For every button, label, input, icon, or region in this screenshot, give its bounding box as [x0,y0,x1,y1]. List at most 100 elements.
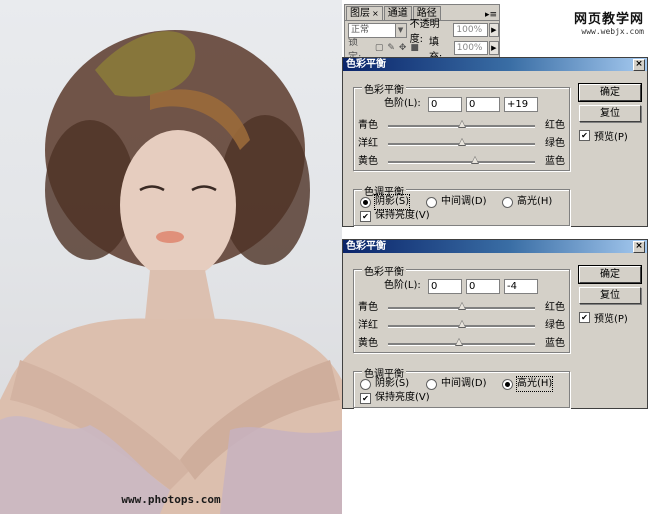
lock-position-icon[interactable]: ✥ [399,43,407,53]
lock-pixels-icon[interactable]: ✎ [387,43,395,53]
radio-circle[interactable] [360,196,371,208]
radio-midtones[interactable]: 中间调(D) [426,195,487,209]
radio-circle[interactable] [502,378,513,390]
group-title: 色彩平衡 [362,81,406,96]
slider-left-label: 黄色 [358,156,378,167]
slider-cyan-red: 青色 红色 [354,119,569,133]
radio-label: 阴影(S) [375,378,410,389]
checkbox-label: 预览(P) [594,132,628,143]
reset-button[interactable]: 复位 [579,105,641,122]
fill-slider-button[interactable]: ▶ [488,41,499,55]
dialog-titlebar[interactable]: 色彩平衡 × [343,58,647,71]
chevron-down-icon: ▼ [394,23,406,37]
radio-circle[interactable] [360,378,371,390]
checkbox-label: 预览(P) [594,314,628,325]
checkbox-box[interactable]: ✔ [579,130,590,141]
levels-label: 色阶(L): [384,98,421,109]
tab-channels[interactable]: 通道 [383,6,412,20]
levels-label: 色阶(L): [384,280,421,291]
level-yellow-blue-input[interactable]: +19 [504,97,538,112]
checkbox-box[interactable]: ✔ [360,210,371,222]
group-title: 色彩平衡 [362,263,406,278]
tone-balance-group: 色调平衡 阴影(S) 中间调(D) 高光(H) ✔ 保持亮度(V) [353,183,570,226]
slider-track[interactable] [388,320,535,328]
tone-radio-row: 阴影(S) 中间调(D) 高光(H) [360,376,565,392]
lock-all-icon[interactable]: ■ [410,43,419,53]
checkbox-label: 保持亮度(V) [375,210,430,221]
radio-label: 中间调(D) [441,378,487,389]
level-magenta-green-input[interactable]: 0 [466,279,500,294]
tone-radio-row: 阴影(S) 中间调(D) 高光(H) [360,194,565,210]
slider-right-label: 红色 [545,120,565,131]
watermark-text: www.photops.com [121,493,221,506]
reset-button[interactable]: 复位 [579,287,641,304]
slider-cyan-red: 青色 红色 [354,301,569,315]
color-balance-group: 色彩平衡 色阶(L): 0 0 -4 青色 红色 洋红 绿色 黄色 蓝色 [353,263,570,353]
slider-thumb[interactable] [454,338,463,346]
slider-thumb[interactable] [471,156,480,164]
slider-yellow-blue: 黄色 蓝色 [354,155,569,169]
radio-highlights[interactable]: 高光(H) [502,195,552,209]
slider-right-label: 蓝色 [545,156,565,167]
level-magenta-green-input[interactable]: 0 [466,97,500,112]
radio-label: 阴影(S) [373,194,411,210]
color-balance-group: 色彩平衡 色阶(L): 0 0 +19 青色 红色 洋红 绿色 黄色 蓝色 [353,81,570,171]
preserve-luminosity-checkbox[interactable]: ✔ 保持亮度(V) [360,209,430,223]
slider-thumb[interactable] [457,120,466,128]
slider-right-label: 绿色 [545,138,565,149]
tab-layers[interactable]: 图层 × [346,6,383,20]
slider-thumb[interactable] [457,138,466,146]
radio-circle[interactable] [426,196,437,208]
color-balance-dialog-highlights: 色彩平衡 × 色彩平衡 色阶(L): 0 0 -4 青色 红色 洋红 绿色 黄色… [342,239,648,409]
level-cyan-red-input[interactable]: 0 [428,279,462,294]
slider-track[interactable] [388,302,535,310]
checkbox-box[interactable]: ✔ [579,312,590,323]
checkbox-box[interactable]: ✔ [360,392,371,404]
slider-magenta-green: 洋红 绿色 [354,137,569,151]
blend-row: 正常 ▼ 不透明度: 100% ▶ [345,19,500,45]
slider-thumb[interactable] [457,302,466,310]
preview-checkbox[interactable]: ✔ 预览(P) [579,310,628,325]
portrait-photo: www.photops.com [0,0,342,514]
dialog-titlebar[interactable]: 色彩平衡 × [343,240,647,253]
opacity-slider-button[interactable]: ▶ [488,23,500,37]
slider-left-label: 洋红 [358,138,378,149]
dialog-title: 色彩平衡 [346,241,386,252]
slider-left-label: 青色 [358,302,378,313]
level-cyan-red-input[interactable]: 0 [428,97,462,112]
opacity-input[interactable]: 100% [453,23,488,37]
fill-input[interactable]: 100% [453,41,488,55]
site-title: 网页教学网 [573,12,644,27]
preserve-row: ✔ 保持亮度(V) [360,391,565,405]
slider-right-label: 红色 [545,302,565,313]
lock-transparency-icon[interactable]: ▢ [375,43,384,53]
layers-panel: 图层× 通道 路径 ▸≡ 正常▼ 不透明度: 100% ▶ 锁定: ▢ ✎ ✥ … [344,4,500,63]
slider-track[interactable] [388,120,535,128]
slider-track[interactable] [388,138,535,146]
radio-shadows[interactable]: 阴影(S) [360,194,411,210]
site-url: www.webjx.com [581,27,644,36]
close-icon[interactable]: × [633,59,645,71]
slider-magenta-green: 洋红 绿色 [354,319,569,333]
levels-row: 色阶(L): 0 0 -4 [354,278,569,294]
radio-shadows[interactable]: 阴影(S) [360,377,409,391]
radio-label: 中间调(D) [441,196,487,207]
ok-button[interactable]: 确定 [578,265,642,284]
level-yellow-blue-input[interactable]: -4 [504,279,538,294]
close-icon[interactable]: × [633,241,645,253]
radio-circle[interactable] [426,378,437,390]
ok-button[interactable]: 确定 [578,83,642,102]
color-balance-dialog-shadows: 色彩平衡 × 色彩平衡 色阶(L): 0 0 +19 青色 红色 洋红 绿色 黄… [342,57,648,227]
slider-thumb[interactable] [457,320,466,328]
radio-label: 高光(H) [517,196,553,207]
slider-track[interactable] [388,338,535,346]
panel-menu-icon[interactable]: ▸≡ [485,10,499,20]
radio-circle[interactable] [502,196,513,208]
blend-mode-select[interactable]: 正常 ▼ [348,22,407,38]
radio-highlights[interactable]: 高光(H) [502,376,554,392]
radio-midtones[interactable]: 中间调(D) [426,377,487,391]
preview-checkbox[interactable]: ✔ 预览(P) [579,128,628,143]
preserve-luminosity-checkbox[interactable]: ✔ 保持亮度(V) [360,391,430,405]
slider-right-label: 绿色 [545,320,565,331]
slider-track[interactable] [388,156,535,164]
